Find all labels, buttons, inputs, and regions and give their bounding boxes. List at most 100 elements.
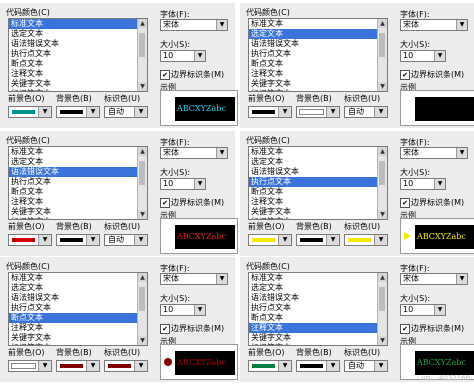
- background-color-dropdown[interactable]: ▼: [56, 106, 100, 118]
- scroll-thumb[interactable]: [139, 161, 145, 185]
- text-type-listbox[interactable]: 标准文本选定文本语法错误文本执行点文本断点文本注释文本关键字文本标识符文本▲▼: [8, 272, 148, 346]
- indicator-color-dropdown[interactable]: 自动 ▼: [344, 360, 388, 372]
- chevron-down-icon[interactable]: ▼: [456, 148, 467, 158]
- chevron-down-icon[interactable]: ▼: [86, 361, 99, 371]
- list-item[interactable]: 执行点文本: [9, 177, 147, 187]
- list-item[interactable]: 标识符文本: [9, 343, 147, 345]
- chevron-down-icon[interactable]: ▼: [278, 235, 291, 245]
- list-scrollbar[interactable]: ▲ ▼: [377, 147, 387, 219]
- background-color-dropdown[interactable]: ▼: [56, 360, 100, 372]
- margin-bar-checkbox[interactable]: ✔: [160, 70, 170, 80]
- list-item[interactable]: 注释文本: [249, 69, 387, 79]
- list-scrollbar[interactable]: ▲ ▼: [377, 19, 387, 91]
- text-type-listbox[interactable]: 标准文本选定文本语法错误文本执行点文本断点文本注释文本关键字文本标识符文本▲▼: [248, 146, 388, 220]
- list-item[interactable]: 关键字文本: [249, 333, 387, 343]
- list-item[interactable]: 语法错误文本: [9, 39, 147, 49]
- chevron-down-icon[interactable]: ▼: [134, 235, 147, 245]
- scroll-thumb[interactable]: [139, 287, 145, 311]
- list-item[interactable]: 语法错误文本: [249, 167, 387, 177]
- indicator-color-dropdown[interactable]: ▼: [104, 360, 148, 372]
- chevron-down-icon[interactable]: ▼: [86, 235, 99, 245]
- list-item[interactable]: 注释文本: [249, 197, 387, 207]
- list-item[interactable]: 标识符文本: [249, 217, 387, 219]
- scroll-thumb[interactable]: [139, 33, 145, 57]
- scroll-down-icon[interactable]: ▼: [378, 336, 387, 345]
- list-scrollbar[interactable]: ▲ ▼: [137, 273, 147, 345]
- foreground-color-dropdown[interactable]: ▼: [248, 234, 292, 246]
- font-dropdown[interactable]: 宋体 ▼: [160, 19, 228, 31]
- chevron-down-icon[interactable]: ▼: [216, 148, 227, 158]
- text-type-listbox[interactable]: 标准文本选定文本语法错误文本执行点文本断点文本注释文本关键字文本标识符文本▲▼: [8, 18, 148, 92]
- list-item[interactable]: 断点文本: [249, 313, 387, 323]
- chevron-down-icon[interactable]: ▼: [86, 107, 99, 117]
- text-type-listbox[interactable]: 标准文本选定文本语法错误文本执行点文本断点文本注释文本关键字文本标识符文本▲▼: [248, 18, 388, 92]
- chevron-down-icon[interactable]: ▼: [38, 107, 51, 117]
- background-color-dropdown[interactable]: ▼: [296, 360, 340, 372]
- scroll-down-icon[interactable]: ▼: [138, 336, 147, 345]
- list-item[interactable]: 标准文本: [9, 273, 147, 283]
- scroll-down-icon[interactable]: ▼: [378, 82, 387, 91]
- list-item[interactable]: 关键字文本: [9, 79, 147, 89]
- list-item[interactable]: 注释文本: [9, 69, 147, 79]
- chevron-down-icon[interactable]: ▼: [134, 107, 147, 117]
- foreground-color-dropdown[interactable]: ▼: [8, 234, 52, 246]
- list-item[interactable]: 语法错误文本: [249, 39, 387, 49]
- list-item[interactable]: 标识符文本: [9, 217, 147, 219]
- scroll-up-icon[interactable]: ▲: [378, 19, 387, 28]
- scroll-up-icon[interactable]: ▲: [138, 273, 147, 282]
- scroll-thumb[interactable]: [379, 161, 385, 185]
- margin-bar-checkbox[interactable]: ✔: [160, 324, 170, 334]
- size-dropdown[interactable]: 10 ▼: [400, 178, 446, 190]
- list-item[interactable]: 标识符文本: [249, 89, 387, 91]
- chevron-down-icon[interactable]: ▼: [38, 235, 51, 245]
- list-scrollbar[interactable]: ▲ ▼: [377, 273, 387, 345]
- indicator-color-dropdown[interactable]: 自动 ▼: [344, 106, 388, 118]
- font-dropdown[interactable]: 宋体 ▼: [400, 19, 468, 31]
- size-dropdown[interactable]: 10 ▼: [160, 50, 206, 62]
- chevron-down-icon[interactable]: ▼: [434, 51, 445, 61]
- list-scrollbar[interactable]: ▲ ▼: [137, 147, 147, 219]
- list-item[interactable]: 关键字文本: [249, 79, 387, 89]
- chevron-down-icon[interactable]: ▼: [194, 51, 205, 61]
- foreground-color-dropdown[interactable]: ▼: [248, 106, 292, 118]
- scroll-up-icon[interactable]: ▲: [138, 19, 147, 28]
- list-item[interactable]: 注释文本: [9, 197, 147, 207]
- font-dropdown[interactable]: 宋体 ▼: [400, 147, 468, 159]
- list-item[interactable]: 执行点文本: [9, 303, 147, 313]
- background-color-dropdown[interactable]: ▼: [56, 234, 100, 246]
- chevron-down-icon[interactable]: ▼: [216, 274, 227, 284]
- scroll-thumb[interactable]: [379, 33, 385, 57]
- foreground-color-dropdown[interactable]: ▼: [8, 360, 52, 372]
- list-item[interactable]: 断点文本: [9, 313, 147, 323]
- chevron-down-icon[interactable]: ▼: [374, 107, 387, 117]
- scroll-thumb[interactable]: [379, 287, 385, 311]
- list-item[interactable]: 关键字文本: [249, 207, 387, 217]
- background-color-dropdown[interactable]: ▼: [296, 106, 340, 118]
- indicator-color-dropdown[interactable]: 自动 ▼: [104, 234, 148, 246]
- list-item[interactable]: 执行点文本: [249, 49, 387, 59]
- scroll-down-icon[interactable]: ▼: [138, 82, 147, 91]
- chevron-down-icon[interactable]: ▼: [194, 305, 205, 315]
- list-item[interactable]: 断点文本: [9, 59, 147, 69]
- chevron-down-icon[interactable]: ▼: [326, 361, 339, 371]
- indicator-color-dropdown[interactable]: 自动 ▼: [104, 106, 148, 118]
- list-item[interactable]: 标准文本: [249, 273, 387, 283]
- list-item[interactable]: 断点文本: [249, 59, 387, 69]
- list-item[interactable]: 语法错误文本: [249, 293, 387, 303]
- list-item[interactable]: 关键字文本: [9, 333, 147, 343]
- list-item[interactable]: 选定文本: [249, 29, 387, 39]
- foreground-color-dropdown[interactable]: ▼: [248, 360, 292, 372]
- list-item[interactable]: 标识符文本: [9, 89, 147, 91]
- list-item[interactable]: 标准文本: [9, 147, 147, 157]
- list-item[interactable]: 选定文本: [249, 157, 387, 167]
- scroll-up-icon[interactable]: ▲: [378, 147, 387, 156]
- font-dropdown[interactable]: 宋体 ▼: [400, 273, 468, 285]
- font-dropdown[interactable]: 宋体 ▼: [160, 273, 228, 285]
- size-dropdown[interactable]: 10 ▼: [400, 304, 446, 316]
- size-dropdown[interactable]: 10 ▼: [160, 178, 206, 190]
- margin-bar-checkbox[interactable]: ✔: [400, 70, 410, 80]
- size-dropdown[interactable]: 10 ▼: [160, 304, 206, 316]
- text-type-listbox[interactable]: 标准文本选定文本语法错误文本执行点文本断点文本注释文本关键字文本标识符文本▲▼: [248, 272, 388, 346]
- list-item[interactable]: 标准文本: [249, 147, 387, 157]
- chevron-down-icon[interactable]: ▼: [216, 20, 227, 30]
